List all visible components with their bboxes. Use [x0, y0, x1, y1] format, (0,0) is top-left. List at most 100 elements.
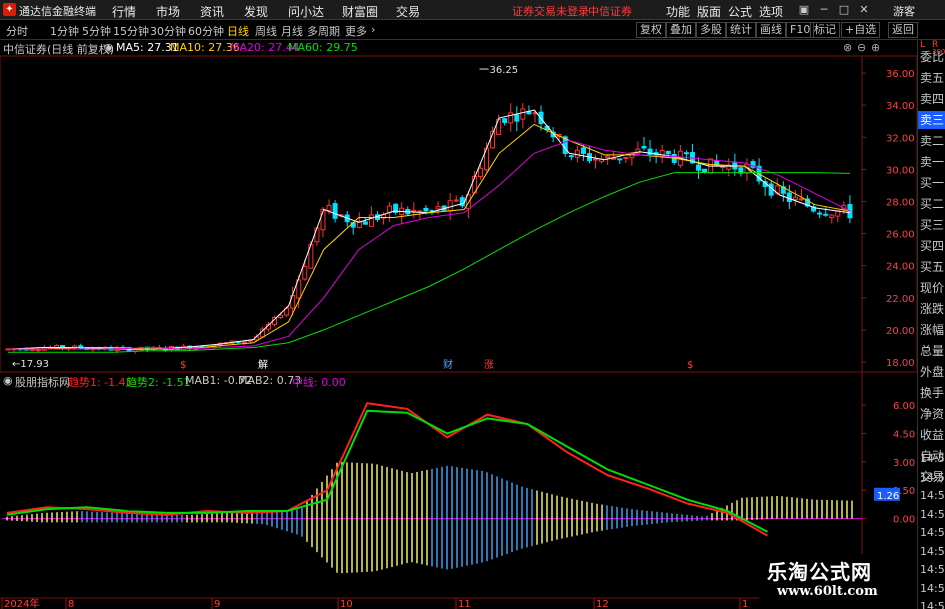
candle-body	[574, 149, 580, 158]
candle-body	[278, 314, 284, 319]
date-tick-label: 10	[340, 599, 353, 609]
panel-item-16: 换手	[920, 386, 945, 400]
panel-item-11: 现价	[920, 281, 945, 295]
candle-body	[362, 221, 368, 225]
event-marker: 财	[443, 358, 453, 371]
ind-tick-label: 0.00	[893, 515, 915, 526]
tick-time-8: 14:56	[920, 600, 945, 609]
main-chart-frame	[0, 55, 917, 373]
price-axis: 36.00 34.00 32.00 30.00 28.00 26.00 24.00 22.00…	[862, 69, 915, 369]
ma-line-ma60	[8, 172, 850, 353]
candle-body	[786, 192, 792, 203]
candle-body	[702, 168, 708, 173]
candle-body	[435, 206, 441, 210]
price-tick-label: 36.00	[886, 69, 915, 80]
watermark-url: www.60lt.com	[777, 584, 878, 599]
panel-item-7: 买二	[920, 197, 945, 211]
candle-body	[647, 148, 653, 156]
price-tick-label: 22.00	[886, 294, 915, 305]
tick-time-6: 14:56	[920, 563, 945, 576]
event-marker: 涨	[484, 359, 494, 371]
candle-body	[387, 205, 393, 213]
ind-tick-label: 3.00	[893, 458, 915, 469]
candle-body	[411, 209, 417, 212]
panel-item-17: 净资	[920, 407, 945, 421]
panel-item-3: 卖三	[918, 111, 945, 129]
candle-body	[314, 227, 320, 243]
panel-item-15: 外盘	[920, 365, 945, 379]
chart-canvas[interactable]: 36.25 ←17.93 $ 解 财 涨 $ 36.00 34.00 32.00 30.00 28.…	[0, 0, 917, 609]
price-tick-label: 18.00	[886, 358, 915, 369]
quote-side-panel: L R 300 委比 卖五 卖四 卖三 卖二 卖一 买一 买二 买三 买四 买五 现价 涨跌 涨幅 总量 外盘…	[917, 40, 945, 609]
candle-body	[605, 155, 611, 159]
date-tick-label: 1	[742, 599, 748, 609]
price-tick-label: 30.00	[886, 165, 915, 176]
candle-body	[720, 166, 726, 169]
ma-line-ma20	[8, 139, 851, 350]
candle-body	[823, 213, 829, 216]
candle-body	[453, 199, 459, 202]
candle-body	[696, 164, 702, 171]
panel-item-0: 委比	[920, 50, 945, 64]
price-tick-label: 34.00	[886, 101, 915, 112]
tick-time-0: 14:56	[920, 452, 945, 465]
ma-line-ma5	[7, 109, 850, 350]
date-tick-label: 12	[596, 599, 609, 609]
tick-time-5: 14:56	[920, 544, 945, 558]
candle-body	[502, 118, 508, 124]
date-tick-label: 11	[458, 599, 471, 609]
high-price-label: 36.25	[489, 65, 518, 76]
event-marker: $	[687, 360, 693, 371]
indicator-axis: 6.004.503.001.500.001.26	[862, 401, 915, 526]
candle-body	[798, 198, 804, 201]
candle-body	[514, 114, 520, 122]
ind-tick-label: 6.00	[893, 401, 915, 412]
tick-time-7: 14:56	[920, 581, 945, 595]
candle-body	[302, 265, 308, 280]
panel-item-9: 买四	[920, 239, 945, 253]
tick-time-2: 14:56	[920, 489, 945, 502]
ind-current-label: 1.26	[877, 491, 899, 502]
candle-body	[368, 214, 374, 227]
candle-body	[520, 108, 526, 120]
candle-body	[683, 152, 689, 155]
candle-body	[568, 155, 574, 158]
candle-body	[665, 150, 671, 155]
event-marker: 解	[258, 358, 268, 371]
watermark-title: 乐淘公式网	[767, 560, 872, 584]
candle-body	[332, 203, 338, 219]
candle-body	[593, 158, 599, 161]
site-watermark: 乐淘公式网 www.60lt.com	[759, 554, 917, 609]
date-tick-label: 8	[68, 599, 74, 609]
panel-item-5: 卖一	[920, 155, 945, 169]
date-axis: 2024年 8 9 10 11 12 1	[0, 597, 862, 609]
candle-body	[792, 196, 798, 201]
panel-item-18: 收益	[920, 428, 945, 442]
candle-body	[817, 212, 823, 215]
panel-item-1: 卖五	[920, 71, 945, 85]
panel-item-13: 涨幅	[920, 323, 945, 337]
candle-body	[477, 167, 483, 178]
candle-body	[459, 197, 465, 207]
tick-time-4: 14:56	[920, 526, 945, 539]
panel-item-10: 买五	[920, 260, 945, 274]
indicator-histogram	[6, 462, 853, 574]
price-tick-label: 24.00	[886, 262, 915, 273]
price-tick-label: 32.00	[886, 133, 915, 144]
panel-item-14: 总量	[920, 344, 945, 358]
panel-item-2: 卖四	[920, 92, 945, 106]
panel-item-12: 涨跌	[920, 302, 945, 316]
candle-body	[423, 207, 429, 212]
ind-tick-label: 4.50	[893, 429, 915, 440]
panel-item-8: 买三	[920, 218, 945, 232]
panel-item-6: 买一	[920, 176, 945, 190]
candle-body	[617, 158, 623, 161]
date-tick-label: 2024年	[4, 597, 39, 609]
moving-average-lines	[7, 109, 851, 353]
price-tick-label: 26.00	[886, 230, 915, 241]
date-tick-label: 9	[214, 599, 220, 609]
candle-body	[829, 214, 835, 219]
event-marker: $	[180, 360, 186, 371]
candle-body	[580, 147, 586, 154]
tick-time-1: 14:56	[920, 470, 945, 484]
